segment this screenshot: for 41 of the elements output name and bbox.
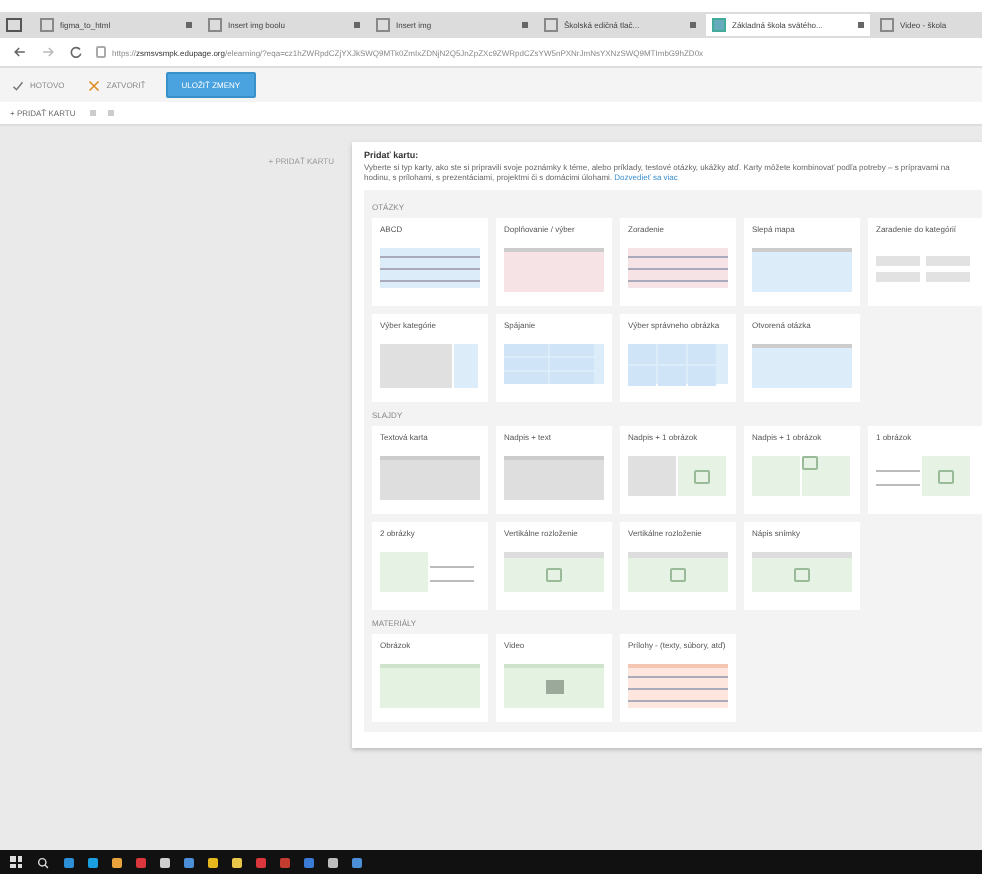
page-icon [376, 18, 390, 32]
card-preview-drawing [380, 344, 480, 384]
card-preview-drawing [504, 344, 604, 384]
page-icon [880, 18, 894, 32]
card-preview-drawing [876, 456, 976, 496]
card-preview-drawing [504, 456, 604, 500]
card-preview-drawing [752, 344, 852, 388]
card-preview-drawing [752, 552, 852, 592]
page-icon [40, 18, 54, 32]
search-icon[interactable] [36, 855, 50, 869]
card-preview-drawing [628, 552, 728, 592]
card-preview-drawing [628, 664, 728, 708]
card-preview-drawing [504, 664, 604, 708]
card-preview-drawing [752, 456, 852, 496]
card-preview-drawing [628, 456, 728, 496]
window-menu-icon[interactable] [6, 18, 22, 32]
app-icon[interactable] [112, 857, 122, 867]
card-preview-drawing [504, 552, 604, 592]
app-icon[interactable] [232, 857, 242, 867]
card-preview-drawing [380, 456, 480, 500]
app-icon[interactable] [352, 857, 362, 867]
card-preview-drawing [752, 248, 852, 292]
card-preview-drawing [380, 248, 480, 288]
card-preview-drawing [504, 248, 604, 292]
page-icon [208, 18, 222, 32]
app-icon[interactable] [184, 857, 194, 867]
app-icon[interactable] [160, 857, 170, 867]
card-preview-drawing [380, 664, 480, 708]
app-icon[interactable] [64, 857, 74, 867]
card-preview-drawing [628, 344, 728, 384]
start-icon[interactable] [10, 856, 22, 868]
app-icon[interactable] [208, 857, 218, 867]
checkmark-icon [12, 79, 24, 91]
card-preview-drawing [628, 248, 728, 288]
app-icon[interactable] [328, 857, 338, 867]
page-icon [544, 18, 558, 32]
back-arrow-icon[interactable] [12, 44, 28, 60]
page-icon [712, 18, 726, 32]
reload-icon[interactable] [68, 44, 84, 60]
app-icon[interactable] [88, 857, 98, 867]
card-preview-drawing [380, 552, 480, 592]
